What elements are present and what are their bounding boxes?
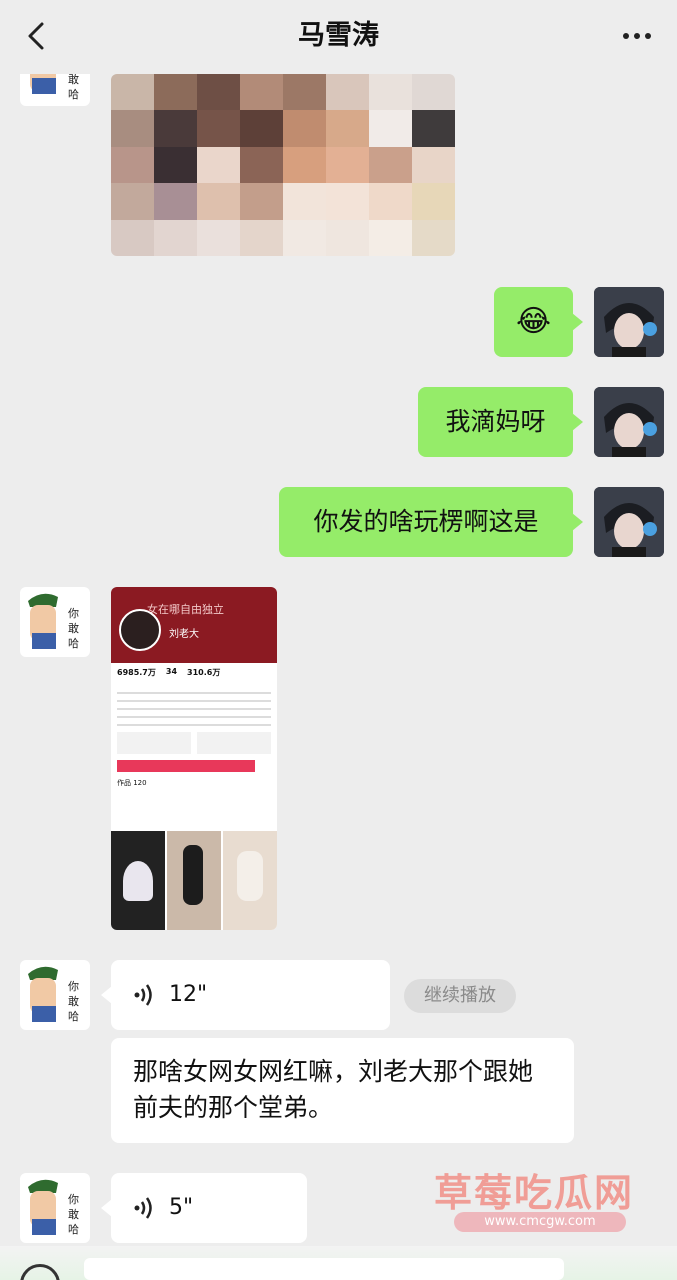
my-avatar[interactable] — [594, 287, 664, 357]
profile-avatar — [119, 609, 161, 651]
svg-text:你: 你 — [68, 1193, 79, 1206]
svg-text:敢: 敢 — [68, 994, 79, 1008]
svg-text:哈: 哈 — [68, 88, 79, 101]
svg-text:哈: 哈 — [68, 1223, 79, 1236]
voice-wave-icon — [134, 984, 152, 1006]
sent-emoji-message[interactable]: 😂 — [494, 287, 583, 357]
profile-shortcuts — [117, 732, 271, 754]
message-text: 你发的啥玩楞啊这是 — [313, 507, 539, 536]
cartoon-sticker-icon: 你 敢 哈 — [28, 966, 79, 1023]
sent-text-message[interactable]: 我滴妈呀 — [418, 387, 583, 457]
contact-avatar[interactable]: 你 敢 哈 — [20, 1173, 90, 1243]
sent-text-message[interactable]: 你发的啥玩楞啊这是 — [279, 487, 583, 557]
profile-name: 刘老大 — [169, 629, 199, 640]
voice-wave-icon — [134, 1197, 152, 1219]
voice-duration: 5" — [169, 1195, 194, 1220]
message-text: 我滴妈呀 — [445, 407, 546, 436]
anime-avatar-icon — [594, 487, 664, 557]
profile-banner: 女在哪自由独立 刘老大 — [111, 587, 277, 663]
profile-stats: 6985.7万 34 310.6万 — [117, 667, 221, 677]
profile-tab: 作品 120 — [117, 779, 147, 787]
cartoon-sticker-icon: 你 敢 哈 — [28, 593, 79, 650]
anime-avatar-icon — [594, 387, 664, 457]
voice-message[interactable]: 12" — [101, 960, 390, 1030]
chat-header: 马雪涛 — [0, 0, 677, 74]
svg-text:哈: 哈 — [68, 1010, 79, 1023]
anime-avatar-icon — [594, 287, 664, 357]
shared-profile-screenshot[interactable]: 女在哪自由独立 刘老大 6985.7万 34 310.6万 作品 120 — [111, 587, 277, 930]
svg-text:哈: 哈 — [68, 637, 79, 650]
contact-avatar[interactable]: 你 敢 哈 — [20, 587, 90, 657]
message-input[interactable] — [84, 1258, 564, 1280]
voice-duration: 12" — [169, 982, 208, 1007]
continue-playing-button[interactable]: 继续播放 — [404, 979, 516, 1013]
svg-text:你: 你 — [68, 607, 79, 620]
svg-text:敢: 敢 — [68, 621, 79, 635]
my-avatar[interactable] — [594, 387, 664, 457]
profile-bio — [117, 686, 271, 726]
chat-title: 马雪涛 — [298, 20, 379, 51]
svg-text:你: 你 — [68, 980, 79, 993]
follow-button — [117, 760, 255, 772]
my-avatar[interactable] — [594, 487, 664, 557]
more-dot-icon — [623, 33, 629, 39]
message-text: 那啥女网女网红嘛，刘老大那个跟她前夫的那个堂弟。 — [133, 1057, 534, 1122]
received-text-message[interactable]: 那啥女网女网红嘛，刘老大那个跟她前夫的那个堂弟。 — [111, 1038, 574, 1143]
svg-text:敢: 敢 — [68, 72, 79, 86]
svg-text:敢: 敢 — [68, 1207, 79, 1221]
contact-avatar[interactable]: 你 敢 哈 — [20, 960, 90, 1030]
laughing-emoji: 😂 — [515, 304, 552, 339]
pixelated-image — [111, 74, 455, 256]
profile-video-grid — [111, 831, 277, 930]
cartoon-sticker-icon: 你 敢 哈 — [28, 1179, 79, 1236]
more-options-button[interactable] — [617, 16, 657, 56]
received-image-message[interactable] — [111, 74, 455, 256]
banner-text: 女在哪自由独立 — [147, 603, 224, 616]
watermark-title: 草莓吃瓜网 — [434, 1171, 635, 1215]
voice-message[interactable]: 5" — [101, 1173, 307, 1243]
site-watermark: 草莓吃瓜网 www.cmcgw.com — [430, 1162, 645, 1242]
watermark-url: www.cmcgw.com — [454, 1212, 626, 1232]
